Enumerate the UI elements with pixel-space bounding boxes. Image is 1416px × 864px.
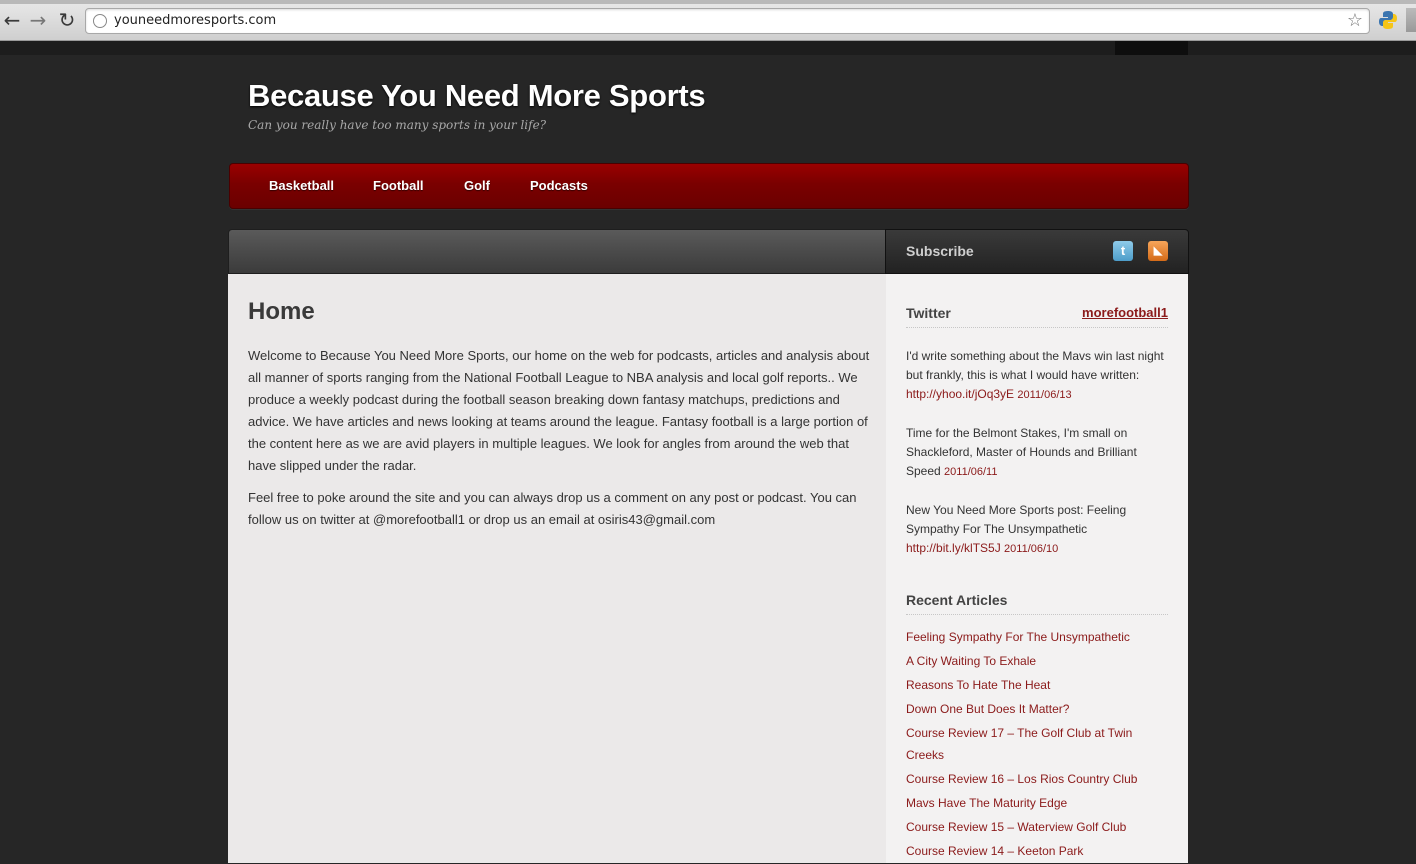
tweet-link[interactable]: http://yhoo.it/jOq3yE (906, 387, 1014, 401)
address-url[interactable]: youneedmoresports.com (114, 13, 276, 28)
top-strip (0, 41, 1416, 55)
reload-icon[interactable]: ↻ (57, 10, 77, 30)
tweet-date[interactable]: 2011/06/10 (1004, 543, 1058, 555)
article-link[interactable]: Course Review 17 – The Golf Club at Twin… (906, 726, 1132, 762)
contact-paragraph: Feel free to poke around the site and yo… (248, 490, 857, 527)
tweet-item: I'd write something about the Mavs win l… (906, 347, 1171, 405)
tweet-link[interactable]: http://bit.ly/klTS5J (906, 541, 1001, 555)
content-topbar (228, 229, 886, 274)
tweet-date[interactable]: 2011/06/13 (1017, 389, 1071, 401)
site-tagline: Can you really have too many sports in y… (248, 118, 547, 132)
main-navigation: Basketball Football Golf Podcasts (229, 163, 1189, 209)
nav-item-golf[interactable]: Golf (464, 178, 490, 193)
twitter-title: Twitter (906, 305, 951, 321)
tweet-date[interactable]: 2011/06/11 (944, 466, 997, 478)
site-title[interactable]: Because You Need More Sports (248, 78, 706, 114)
nav-item-football[interactable]: Football (373, 178, 424, 193)
nav-item-basketball[interactable]: Basketball (269, 178, 334, 193)
tweet-item: New You Need More Sports post: Feeling S… (906, 501, 1171, 559)
browser-menu-icon[interactable] (1406, 8, 1416, 32)
address-bar[interactable]: youneedmoresports.com ☆ (85, 8, 1370, 34)
back-icon[interactable]: ← (2, 10, 22, 30)
list-item: A City Waiting To Exhale (906, 650, 1171, 672)
recent-articles-list: Feeling Sympathy For The Unsympathetic A… (906, 626, 1171, 864)
list-item: Course Review 14 – Keeton Park (906, 840, 1171, 862)
article-link[interactable]: Feeling Sympathy For The Unsympathetic (906, 630, 1130, 644)
strip-block (1115, 41, 1188, 55)
tweet-text: Time for the Belmont Stakes, I'm small o… (906, 426, 1137, 478)
list-item: Mavs Have The Maturity Edge (906, 792, 1171, 814)
page-title: Home (248, 298, 315, 325)
list-item: Feeling Sympathy For The Unsympathetic (906, 626, 1171, 648)
nav-item-podcasts[interactable]: Podcasts (530, 178, 588, 193)
article-link[interactable]: Course Review 14 – Keeton Park (906, 844, 1083, 858)
article-link[interactable]: Down One But Does It Matter? (906, 702, 1069, 716)
article-link[interactable]: Course Review 16 – Los Rios Country Club (906, 772, 1137, 786)
tweet-item: Time for the Belmont Stakes, I'm small o… (906, 424, 1171, 482)
python-extension-icon[interactable] (1378, 10, 1398, 30)
article-link[interactable]: Mavs Have The Maturity Edge (906, 796, 1067, 810)
rss-icon[interactable]: ◣ (1148, 241, 1168, 261)
subscribe-label: Subscribe (906, 243, 974, 259)
list-item: Course Review 16 – Los Rios Country Club (906, 768, 1171, 790)
article-link[interactable]: Reasons To Hate The Heat (906, 678, 1050, 692)
browser-toolbar: ← → ↻ youneedmoresports.com ☆ (0, 0, 1416, 41)
twitter-handle-link[interactable]: morefootball1 (1082, 305, 1168, 320)
list-item: Down One But Does It Matter? (906, 698, 1171, 720)
tab-strip (0, 0, 1416, 4)
tweet-text: New You Need More Sports post: Feeling S… (906, 503, 1127, 536)
recent-articles-title: Recent Articles (906, 592, 1168, 615)
twitter-widget-title: Twitter morefootball1 (906, 305, 1168, 328)
list-item: Reasons To Hate The Heat (906, 674, 1171, 696)
article-link[interactable]: Course Review 15 – Waterview Golf Club (906, 820, 1126, 834)
content-container: Subscribe t ◣ Home Welcome to Because Yo… (228, 229, 1189, 863)
globe-icon (93, 14, 107, 28)
tweet-text: I'd write something about the Mavs win l… (906, 349, 1164, 382)
bookmark-star-icon[interactable]: ☆ (1347, 10, 1363, 31)
intro-paragraph: Welcome to Because You Need More Sports,… (248, 348, 870, 473)
main-content: Home Welcome to Because You Need More Sp… (228, 274, 886, 863)
article-link[interactable]: A City Waiting To Exhale (906, 654, 1036, 668)
forward-icon[interactable]: → (28, 10, 48, 30)
list-item: Course Review 15 – Waterview Golf Club (906, 816, 1171, 838)
twitter-icon[interactable]: t (1113, 241, 1133, 261)
subscribe-bar: Subscribe t ◣ (885, 229, 1189, 274)
list-item: Course Review 17 – The Golf Club at Twin… (906, 722, 1171, 766)
sidebar: Twitter morefootball1 I'd write somethin… (886, 274, 1188, 863)
